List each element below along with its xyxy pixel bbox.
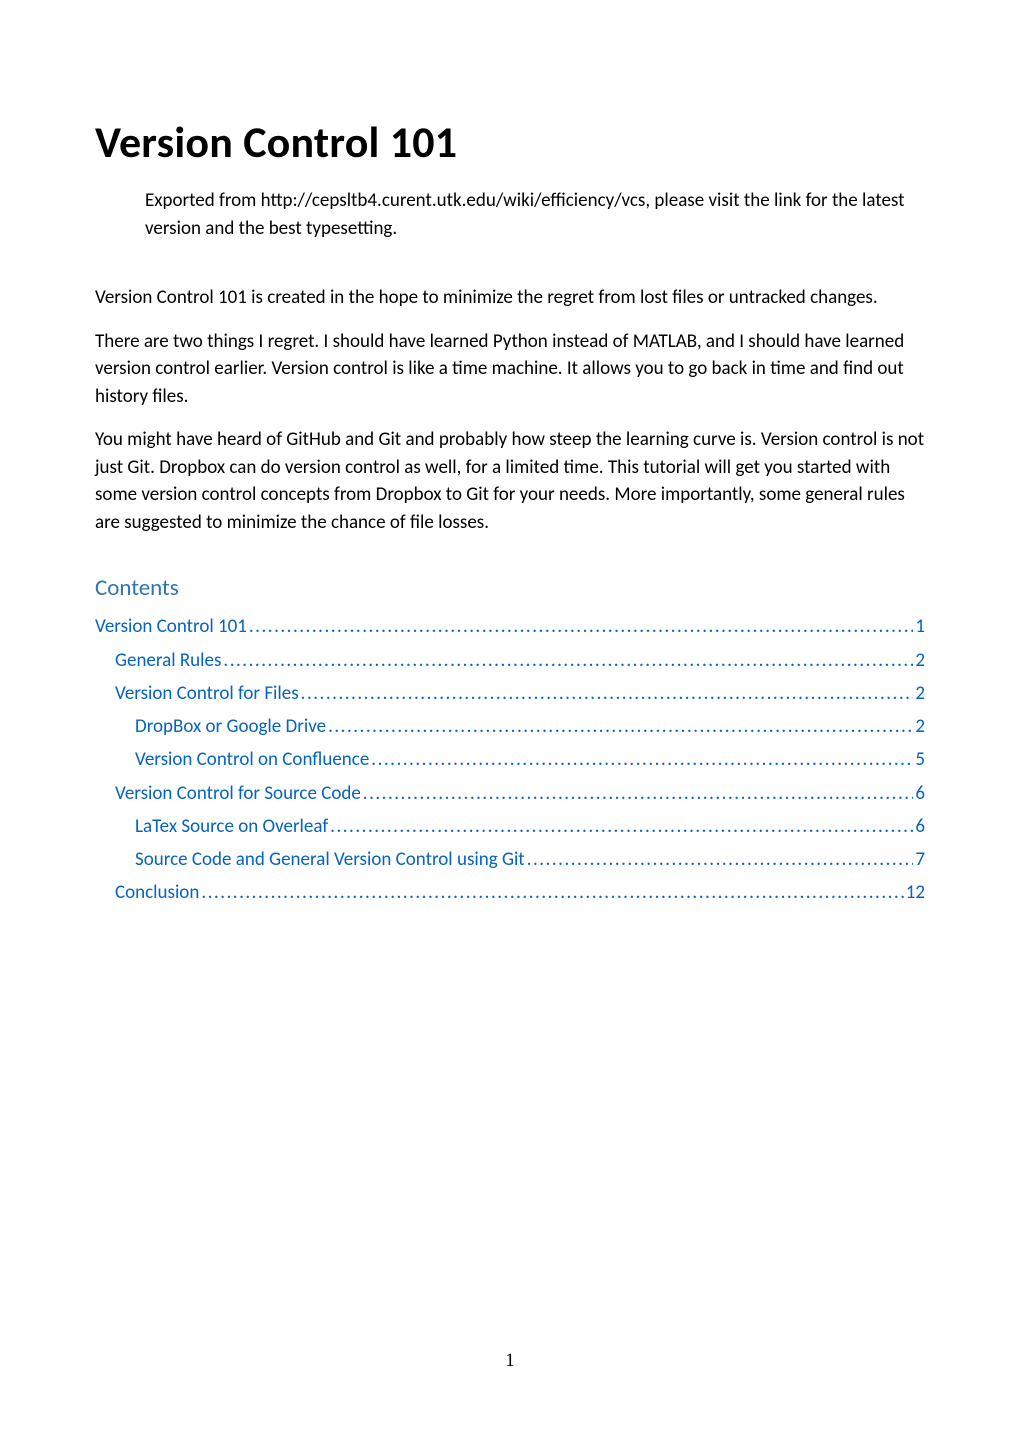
toc-page-number: 12 [906,876,925,909]
document-title: Version Control 101 [95,115,925,169]
toc-label: LaTex Source on Overleaf [135,810,328,843]
toc-page-number: 7 [915,843,925,876]
toc-leader [201,876,903,909]
toc-leader [249,610,913,643]
toc-leader [527,843,914,876]
paragraph: Version Control 101 is created in the ho… [95,284,925,312]
paragraph: You might have heard of GitHub and Git a… [95,426,925,536]
paragraph: There are two things I regret. I should … [95,328,925,411]
toc-label: DropBox or Google Drive [135,710,326,743]
toc-leader [223,644,913,677]
toc-leader [363,777,914,810]
toc-entry[interactable]: DropBox or Google Drive 2 [95,710,925,743]
document-page: Version Control 101 Exported from http:/… [0,0,1020,1442]
toc-label: Conclusion [115,876,199,909]
toc-leader [330,810,913,843]
toc-page-number: 2 [915,644,925,677]
toc-entry[interactable]: Conclusion 12 [95,876,925,909]
toc-page-number: 6 [915,810,925,843]
export-note: Exported from http://cepsltb4.curent.utk… [145,187,915,242]
toc-label: Version Control for Files [115,677,299,710]
toc-label: Version Control 101 [95,610,247,643]
toc-page-number: 5 [915,743,925,776]
toc-entry[interactable]: General Rules 2 [95,644,925,677]
toc-leader [328,710,913,743]
toc-entry[interactable]: Version Control for Files 2 [95,677,925,710]
toc-label: Version Control on Confluence [135,743,369,776]
toc-label: General Rules [115,644,221,677]
toc-page-number: 1 [915,610,925,643]
table-of-contents: Version Control 101 1 General Rules 2 Ve… [95,610,925,909]
toc-page-number: 2 [915,677,925,710]
body-text: Version Control 101 is created in the ho… [95,284,925,536]
toc-page-number: 2 [915,710,925,743]
contents-heading: Contents [95,574,925,602]
toc-label: Version Control for Source Code [115,777,361,810]
toc-leader [371,743,913,776]
toc-entry[interactable]: Version Control for Source Code 6 [95,777,925,810]
toc-leader [301,677,914,710]
toc-entry[interactable]: Source Code and General Version Control … [95,843,925,876]
toc-entry[interactable]: Version Control 101 1 [95,610,925,643]
toc-page-number: 6 [915,777,925,810]
toc-label: Source Code and General Version Control … [135,843,525,876]
toc-entry[interactable]: Version Control on Confluence 5 [95,743,925,776]
toc-entry[interactable]: LaTex Source on Overleaf 6 [95,810,925,843]
page-number: 1 [0,1350,1020,1372]
